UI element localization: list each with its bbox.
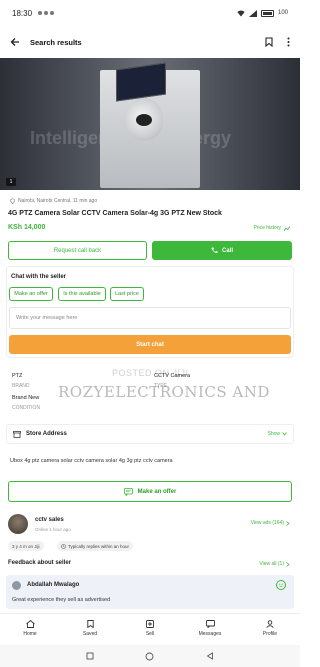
chat-title: Chat with the seller	[11, 274, 67, 280]
notification-dots	[38, 11, 55, 15]
store-show-toggle[interactable]: Show	[267, 431, 287, 437]
chevron-down-icon	[282, 432, 287, 436]
image-counter: 1	[6, 178, 16, 186]
message-placeholder: Write your message here	[16, 315, 78, 321]
price-history-link[interactable]: Price history	[253, 225, 290, 231]
page-title: Search results	[30, 37, 82, 47]
call-label: Call	[221, 247, 233, 254]
feedback-view-all-label: View all (1)	[259, 561, 284, 567]
feedback-text: Great experience they sell as advertised	[12, 597, 111, 603]
view-ads-label: View ads (164)	[250, 520, 284, 526]
battery-level: 100	[277, 10, 288, 16]
system-navigation-bar	[0, 645, 300, 667]
listing-title: 4G PTZ Camera Solar CCTV Camera Solar-4g…	[8, 210, 222, 217]
bookmark-icon	[86, 620, 94, 628]
offer-chat-icon	[123, 487, 133, 496]
messages-icon	[205, 620, 215, 628]
listing-description: Ubox 4g ptz camera solar cctv camera sol…	[10, 458, 173, 464]
chip-is-available[interactable]: Is this available	[58, 287, 106, 301]
spec-brand-label: BRAND	[12, 383, 30, 389]
product-image-gallery[interactable]: Intelligent Solar Energy 1	[0, 58, 300, 190]
status-indicators: 100	[237, 9, 288, 17]
listing-price: KSh 14,000	[8, 224, 46, 231]
status-time: 18:30	[12, 8, 33, 18]
profile-icon	[266, 620, 274, 628]
seller-card: cctv sales Online 1 hour ago View ads (1…	[6, 510, 294, 554]
home-button-icon[interactable]	[145, 652, 154, 661]
make-offer-label: Make an offer	[137, 488, 177, 495]
nav-profile[interactable]: Profile	[240, 614, 300, 643]
feedback-view-all-link[interactable]: View all (1)	[259, 561, 290, 567]
start-chat-button[interactable]: Start chat	[9, 335, 291, 354]
location-text: Nairobi, Nairobi Central, 11 min ago	[18, 198, 98, 204]
camera-dome-image	[125, 98, 163, 140]
seller-avatar[interactable]	[8, 514, 28, 534]
spec-type-value: CCTV Camera	[154, 373, 191, 379]
chart-icon	[284, 225, 290, 231]
nav-messages[interactable]: Messages	[180, 614, 240, 643]
specifications: POSTED ON JIJI PTZ BRAND CCTV Camera TYP…	[0, 364, 300, 416]
nav-home-label: Home	[23, 631, 37, 637]
nav-profile-label: Profile	[262, 631, 278, 637]
signal-icon	[248, 9, 257, 17]
recents-icon[interactable]	[86, 652, 94, 660]
plus-square-icon	[146, 620, 154, 628]
nav-home[interactable]: Home	[0, 614, 60, 643]
request-callback-label: Request call back	[53, 247, 102, 254]
bookmark-icon[interactable]	[265, 37, 273, 47]
store-show-label: Show	[267, 431, 280, 437]
view-ads-link[interactable]: View ads (164)	[251, 520, 290, 526]
status-bar: 18:30 100	[0, 0, 300, 26]
clock-icon	[61, 543, 66, 549]
chevron-right-icon	[286, 520, 290, 526]
listing-location: Nairobi, Nairobi Central, 11 min ago	[10, 198, 97, 204]
request-callback-button[interactable]: Request call back	[8, 241, 147, 260]
nav-messages-label: Messages	[198, 631, 222, 637]
reviewer-name: Abdallah Mwalago	[27, 582, 80, 588]
seller-reply-text: Typically replies within an hour	[68, 543, 130, 549]
price-history-label: Price history	[253, 225, 281, 231]
back-triangle-icon[interactable]	[206, 652, 214, 660]
seller-tenure-text: 3 y 4 m on Jiji	[12, 543, 40, 549]
feedback-card[interactable]: Abdallah Mwalago Great experience they s…	[6, 575, 294, 609]
reviewer-avatar	[12, 581, 21, 590]
more-vertical-icon[interactable]	[287, 37, 290, 47]
store-address-label: Store Address	[26, 431, 67, 437]
spec-condition-value: Brand New	[12, 395, 40, 401]
chip-last-price[interactable]: Last price	[110, 287, 144, 301]
listing-info: Nairobi, Nairobi Central, 11 min ago 4G …	[0, 190, 300, 358]
spec-condition-label: CONDITION	[12, 405, 41, 411]
nav-sell[interactable]: Sell	[120, 614, 180, 643]
chip-make-offer[interactable]: Make an offer	[9, 287, 53, 301]
home-icon	[25, 620, 35, 628]
back-arrow-icon[interactable]	[10, 37, 20, 47]
seller-online-status: Online 1 hour ago	[35, 527, 71, 532]
seller-name[interactable]: cctv sales	[35, 517, 64, 523]
chevron-right-icon	[286, 561, 290, 567]
feedback-title: Feedback about seller	[8, 560, 72, 566]
chat-with-seller-card: Chat with the seller Make an offer Is th…	[6, 266, 294, 358]
make-offer-button[interactable]: Make an offer	[8, 481, 292, 502]
top-app-bar: Search results	[0, 28, 300, 56]
message-input[interactable]: Write your message here	[9, 307, 291, 329]
watermark-seller: ROZYELECTRONICS AND	[58, 383, 270, 401]
location-pin-icon	[10, 198, 15, 204]
spec-brand-value: PTZ	[12, 373, 23, 379]
store-address-row[interactable]: Store Address Show	[6, 424, 294, 444]
seller-reply-badge: Typically replies within an hour	[57, 541, 134, 551]
phone-icon	[211, 247, 218, 254]
battery-icon	[260, 9, 274, 17]
call-button[interactable]: Call	[152, 241, 292, 260]
nav-saved-label: Saved	[82, 631, 98, 637]
wifi-icon	[237, 10, 245, 16]
nav-saved[interactable]: Saved	[60, 614, 120, 643]
smile-icon	[276, 580, 286, 590]
store-icon	[13, 430, 21, 438]
nav-sell-label: Sell	[145, 631, 155, 637]
bottom-navigation: Home Saved Sell Messages Profile	[0, 613, 300, 643]
seller-tenure-badge: 3 y 4 m on Jiji	[8, 541, 44, 551]
start-chat-label: Start chat	[136, 341, 164, 348]
